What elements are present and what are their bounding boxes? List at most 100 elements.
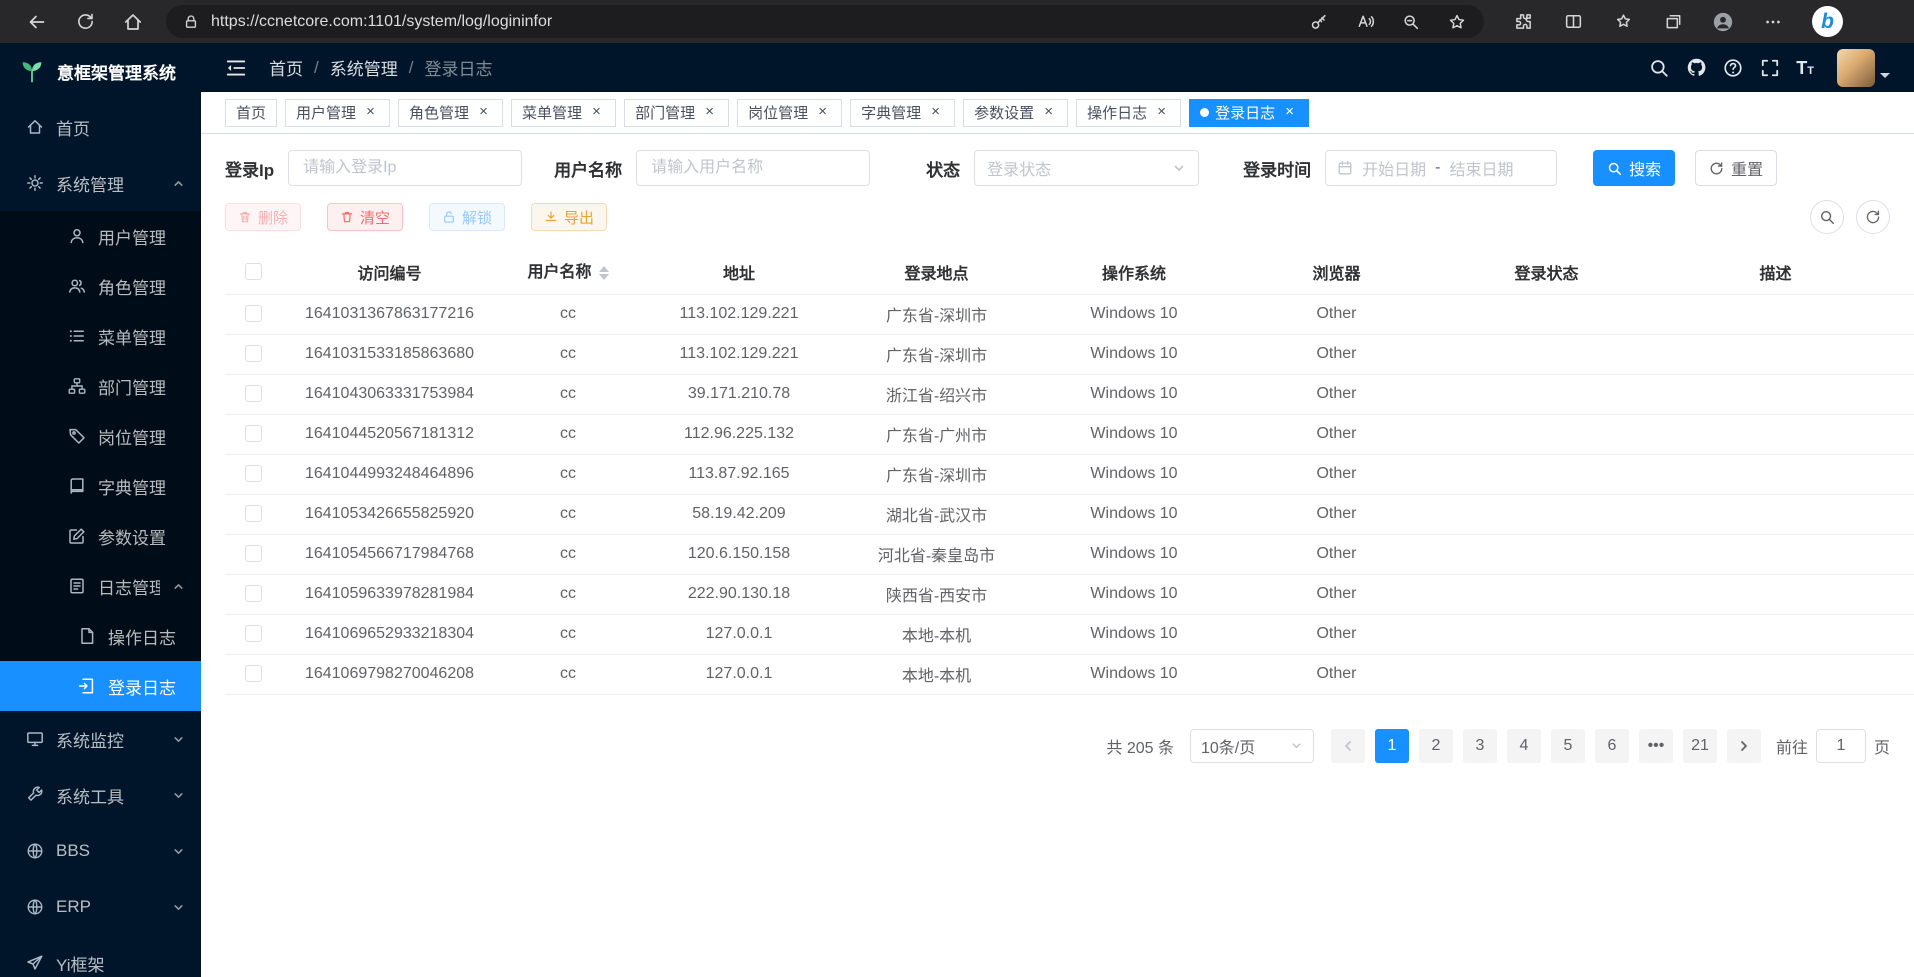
close-tab-icon[interactable]: × <box>588 104 605 121</box>
sidebar-item-dept-mgmt[interactable]: 部门管理 <box>0 361 201 411</box>
font-size-icon[interactable]: TT <box>1796 59 1814 77</box>
row-checkbox[interactable] <box>245 665 262 682</box>
address-bar[interactable]: https://ccnetcore.com:1101/system/log/lo… <box>166 5 1484 38</box>
close-tab-icon[interactable]: × <box>475 104 492 121</box>
bing-icon[interactable]: b <box>1812 6 1843 37</box>
refresh-table-button[interactable] <box>1856 200 1890 234</box>
read-aloud-icon[interactable] <box>1354 11 1376 33</box>
close-tab-icon[interactable]: × <box>362 104 379 121</box>
page-button-6[interactable]: 6 <box>1595 729 1629 763</box>
page-button-5[interactable]: 5 <box>1551 729 1585 763</box>
close-tab-icon[interactable]: × <box>1281 104 1298 121</box>
app-logo[interactable]: 意框架管理系统 <box>0 43 201 99</box>
tab-dict-mgmt[interactable]: 字典管理× <box>850 99 955 127</box>
row-checkbox[interactable] <box>245 305 262 322</box>
sidebar-item-login-log[interactable]: 登录日志 <box>0 661 201 711</box>
zoom-icon[interactable] <box>1400 11 1422 33</box>
extensions-icon[interactable] <box>1512 11 1534 33</box>
sidebar-item-operation-log[interactable]: 操作日志 <box>0 611 201 661</box>
favorites-bar-icon[interactable] <box>1612 11 1634 33</box>
tab-dept-mgmt[interactable]: 部门管理× <box>624 99 729 127</box>
close-tab-icon[interactable]: × <box>1040 104 1057 121</box>
profile-icon[interactable] <box>1712 11 1734 33</box>
tab-menu-mgmt[interactable]: 菜单管理× <box>511 99 616 127</box>
clear-button[interactable]: 清空 <box>327 203 403 231</box>
row-checkbox[interactable] <box>245 465 262 482</box>
sidebar-item-log-mgmt[interactable]: 日志管理 <box>0 561 201 611</box>
breadcrumb-home[interactable]: 首页 <box>269 55 303 80</box>
status-select[interactable]: 登录状态 <box>974 150 1199 186</box>
close-tab-icon[interactable]: × <box>814 104 831 121</box>
reset-button[interactable]: 重置 <box>1695 150 1777 186</box>
help-icon[interactable] <box>1722 57 1744 79</box>
sidebar-item-home[interactable]: 首页 <box>0 99 201 155</box>
sidebar-item-dict-mgmt[interactable]: 字典管理 <box>0 461 201 511</box>
sidebar-toggle-icon[interactable] <box>225 57 247 79</box>
unlock-button[interactable]: 解锁 <box>429 203 505 231</box>
sidebar-item-yi-framework[interactable]: Yi框架 <box>0 935 201 977</box>
close-tab-icon[interactable]: × <box>927 104 944 121</box>
more-icon[interactable] <box>1762 11 1784 33</box>
row-checkbox[interactable] <box>245 585 262 602</box>
search-button[interactable]: 搜索 <box>1593 150 1675 186</box>
search-toggle-button[interactable] <box>1810 200 1844 234</box>
close-tab-icon[interactable]: × <box>1153 104 1170 121</box>
back-icon[interactable] <box>26 11 48 33</box>
export-button[interactable]: 导出 <box>531 203 607 231</box>
row-checkbox[interactable] <box>245 545 262 562</box>
row-checkbox[interactable] <box>245 385 262 402</box>
lock-icon[interactable] <box>182 13 200 31</box>
page-button-4[interactable]: 4 <box>1507 729 1541 763</box>
row-checkbox[interactable] <box>245 425 262 442</box>
user-menu[interactable] <box>1837 49 1890 87</box>
sidebar-item-menu-mgmt[interactable]: 菜单管理 <box>0 311 201 361</box>
breadcrumb-system[interactable]: 系统管理 <box>330 55 398 80</box>
next-page-button[interactable] <box>1727 729 1761 763</box>
avatar[interactable] <box>1837 49 1875 87</box>
page-button-21[interactable]: 21 <box>1683 729 1717 763</box>
refresh-icon[interactable] <box>74 11 96 33</box>
url-text[interactable]: https://ccnetcore.com:1101/system/log/lo… <box>211 13 552 31</box>
sidebar-item-role-mgmt[interactable]: 角色管理 <box>0 261 201 311</box>
sidebar-item-tools[interactable]: 系统工具 <box>0 767 201 823</box>
tab-role-mgmt[interactable]: 角色管理× <box>398 99 503 127</box>
tab-param-settings[interactable]: 参数设置× <box>963 99 1068 127</box>
fullscreen-icon[interactable] <box>1759 57 1781 79</box>
split-screen-icon[interactable] <box>1562 11 1584 33</box>
page-button-2[interactable]: 2 <box>1419 729 1453 763</box>
prev-page-button[interactable] <box>1331 729 1365 763</box>
collections-icon[interactable] <box>1662 11 1684 33</box>
select-all-checkbox[interactable] <box>245 263 262 280</box>
row-checkbox[interactable] <box>245 345 262 362</box>
tab-operation-log[interactable]: 操作日志× <box>1076 99 1181 127</box>
sidebar-item-param-settings[interactable]: 参数设置 <box>0 511 201 561</box>
page-size-select[interactable]: 10条/页 <box>1190 729 1314 763</box>
github-icon[interactable] <box>1685 57 1707 79</box>
favorite-star-icon[interactable] <box>1446 11 1468 33</box>
close-tab-icon[interactable]: × <box>701 104 718 121</box>
goto-page-input[interactable] <box>1816 729 1866 763</box>
sidebar-item-user-mgmt[interactable]: 用户管理 <box>0 211 201 261</box>
delete-button[interactable]: 删除 <box>225 203 301 231</box>
sidebar-item-bbs[interactable]: BBS <box>0 823 201 879</box>
username-input[interactable] <box>636 150 870 186</box>
date-range-picker[interactable]: 开始日期 - 结束日期 <box>1325 150 1557 186</box>
page-button-1[interactable]: 1 <box>1375 729 1409 763</box>
search-icon[interactable] <box>1648 57 1670 79</box>
tab-home[interactable]: 首页 <box>225 99 277 127</box>
page-button-3[interactable]: 3 <box>1463 729 1497 763</box>
more-pages-button[interactable]: ••• <box>1639 729 1673 763</box>
sidebar-item-post-mgmt[interactable]: 岗位管理 <box>0 411 201 461</box>
tab-post-mgmt[interactable]: 岗位管理× <box>737 99 842 127</box>
row-checkbox[interactable] <box>245 625 262 642</box>
tab-user-mgmt[interactable]: 用户管理× <box>285 99 390 127</box>
login-ip-input[interactable] <box>288 150 522 186</box>
col-username[interactable]: 用户名称 <box>497 250 639 294</box>
row-checkbox[interactable] <box>245 505 262 522</box>
sidebar-item-system[interactable]: 系统管理 <box>0 155 201 211</box>
sidebar-item-monitor[interactable]: 系统监控 <box>0 711 201 767</box>
col-visit-time[interactable]: 访问时间 <box>1897 250 1914 294</box>
sidebar-item-erp[interactable]: ERP <box>0 879 201 935</box>
key-icon[interactable] <box>1308 11 1330 33</box>
home-icon[interactable] <box>122 11 144 33</box>
